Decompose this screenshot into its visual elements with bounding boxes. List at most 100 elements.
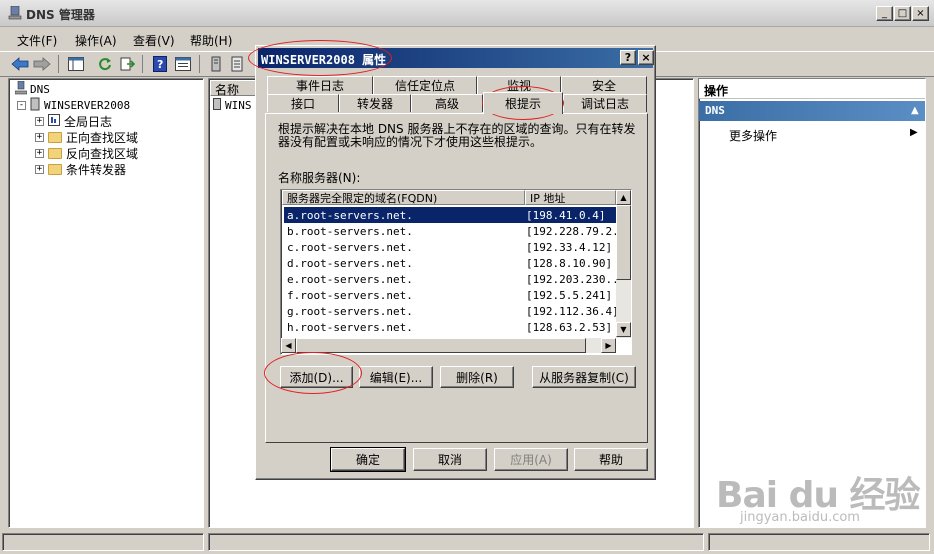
status-cell	[208, 533, 704, 551]
table-row[interactable]: e.root-servers.net. [192.203.230....	[284, 271, 616, 287]
minimize-button[interactable]: _	[876, 6, 893, 21]
expand-icon[interactable]: +	[35, 132, 44, 142]
cancel-button[interactable]: 取消	[413, 448, 487, 471]
folder-icon	[48, 163, 62, 175]
app-title: DNS 管理器	[26, 8, 95, 22]
properties-pane-icon[interactable]	[173, 55, 192, 73]
tab-advanced[interactable]: 高级	[411, 94, 483, 112]
scroll-thumb[interactable]	[616, 205, 631, 280]
show-tree-icon[interactable]	[66, 55, 85, 73]
copy-from-server-button[interactable]: 从服务器复制(C)	[532, 366, 636, 388]
expand-icon[interactable]: +	[35, 164, 44, 174]
dialog-close-button[interactable]: ×	[638, 50, 654, 65]
scroll-down-icon[interactable]: ▼	[616, 322, 631, 337]
column-header-ip[interactable]: IP 地址	[525, 190, 616, 205]
table-row[interactable]: d.root-servers.net. [128.8.10.90]	[284, 255, 616, 271]
tree-node-conditional-forwarders[interactable]: + 条件转发器	[35, 161, 126, 177]
back-arrow-icon[interactable]	[10, 55, 29, 73]
scroll-thumb[interactable]	[296, 338, 586, 353]
row-fqdn: a.root-servers.net.	[287, 208, 413, 222]
tree-node-forward-zones[interactable]: + 正向查找区域	[35, 129, 138, 145]
more-actions-item[interactable]: 更多操作	[729, 127, 777, 144]
export-list-icon[interactable]	[118, 55, 137, 73]
table-row[interactable]: h.root-servers.net. [128.63.2.53]	[284, 319, 616, 335]
actions-section-header[interactable]: DNS	[699, 101, 925, 121]
annotation-circle-add	[264, 352, 362, 394]
actions-title: 操作	[699, 79, 925, 99]
horizontal-scrollbar[interactable]: ◀ ▶	[281, 338, 616, 353]
folder-icon	[48, 147, 62, 159]
maximize-button[interactable]: □	[894, 6, 911, 21]
folder-icon	[48, 131, 62, 143]
column-header-fqdn[interactable]: 服务器完全限定的域名(FQDN)	[282, 190, 525, 205]
table-row[interactable]: a.root-servers.net. [198.41.0.4]	[284, 207, 616, 223]
log-icon	[48, 113, 60, 129]
toolbar-separator	[58, 55, 59, 73]
tree-node-dns[interactable]: DNS	[14, 80, 50, 98]
tab-root-hints[interactable]: 根提示	[483, 92, 563, 114]
tree-label: 条件转发器	[66, 162, 127, 177]
edit-button[interactable]: 编辑(E)...	[359, 366, 433, 388]
server-icon[interactable]	[206, 55, 225, 73]
row-fqdn: e.root-servers.net.	[287, 272, 413, 286]
server-node-icon	[30, 97, 40, 114]
tab-forwarders[interactable]: 转发器	[339, 94, 411, 112]
tree-label-dns: DNS	[30, 82, 50, 96]
tree-node-server[interactable]: - WINSERVER2008	[17, 97, 130, 113]
tab-debug-logging[interactable]: 调试日志	[563, 94, 647, 112]
name-servers-list[interactable]: 服务器完全限定的域名(FQDN) IP 地址 a.root-servers.ne…	[280, 189, 632, 355]
menu-view[interactable]: 查看(V)	[133, 32, 175, 49]
expand-icon[interactable]: +	[35, 116, 44, 126]
status-cell	[2, 533, 204, 551]
scroll-left-icon[interactable]: ◀	[281, 338, 296, 353]
menu-help[interactable]: 帮助(H)	[190, 32, 232, 49]
vertical-scrollbar[interactable]: ▲ ▼	[616, 190, 631, 338]
status-cell	[708, 533, 930, 551]
row-ip: [128.8.10.90]	[526, 256, 613, 270]
collapse-up-icon[interactable]: ▲	[911, 105, 919, 116]
properties-dialog: WINSERVER2008 属性 ? × 事件日志 信任定位点 监视 安全 接口…	[255, 45, 656, 480]
table-row[interactable]: f.root-servers.net. [192.5.5.241]	[284, 287, 616, 303]
tree-label: 反向查找区域	[66, 146, 139, 161]
expand-icon[interactable]: +	[35, 148, 44, 158]
list-view-icon[interactable]	[227, 55, 246, 73]
tab-trust-anchors[interactable]: 信任定位点	[373, 76, 477, 94]
apply-button[interactable]: 应用(A)	[494, 448, 568, 471]
console-tree[interactable]: DNS - WINSERVER2008 + 全局日志 + 正向查找区域 + 反向…	[8, 78, 204, 528]
table-row[interactable]: g.root-servers.net. [192.112.36.4]	[284, 303, 616, 319]
table-row[interactable]: b.root-servers.net. [192.228.79.2...	[284, 223, 616, 239]
remove-button[interactable]: 删除(R)	[440, 366, 514, 388]
help-button[interactable]: ?	[620, 50, 636, 65]
table-row[interactable]: c.root-servers.net. [192.33.4.12]	[284, 239, 616, 255]
row-ip: [192.112.36.4]	[526, 304, 616, 318]
list-item[interactable]: WINS	[213, 98, 252, 113]
forward-arrow-icon[interactable]	[32, 55, 51, 73]
refresh-icon[interactable]	[95, 55, 114, 73]
tree-node-global-log[interactable]: + 全局日志	[35, 113, 112, 129]
help-book-icon[interactable]: ?	[150, 55, 169, 73]
menu-file[interactable]: 文件(F)	[17, 32, 57, 49]
collapse-icon[interactable]: -	[17, 100, 26, 110]
tab-event-log[interactable]: 事件日志	[267, 76, 373, 94]
toolbar-separator	[142, 55, 143, 73]
name-servers-label: 名称服务器(N):	[278, 171, 361, 185]
close-button[interactable]: ×	[912, 6, 929, 21]
statusbar	[0, 530, 934, 554]
tab-security[interactable]: 安全	[561, 76, 647, 94]
tab-interfaces[interactable]: 接口	[267, 94, 339, 112]
submenu-arrow-icon[interactable]: ▶	[910, 127, 918, 138]
row-ip: [192.33.4.12]	[526, 240, 613, 254]
row-fqdn: h.root-servers.net.	[287, 320, 413, 334]
toolbar-separator	[199, 55, 200, 73]
row-ip: [198.41.0.4]	[526, 208, 606, 222]
tree-node-reverse-zones[interactable]: + 反向查找区域	[35, 145, 138, 161]
list-item-label: WINS	[225, 99, 252, 112]
actions-pane: 操作 DNS ▲ 更多操作 ▶	[698, 78, 926, 528]
ok-button[interactable]: 确定	[330, 447, 406, 472]
dns-root-icon	[14, 80, 28, 98]
dialog-help-button[interactable]: 帮助	[574, 448, 648, 471]
menu-action[interactable]: 操作(A)	[75, 32, 117, 49]
scroll-right-icon[interactable]: ▶	[601, 338, 616, 353]
scroll-up-icon[interactable]: ▲	[616, 190, 631, 205]
app-titlebar[interactable]: DNS 管理器 _ □ ×	[0, 0, 934, 27]
